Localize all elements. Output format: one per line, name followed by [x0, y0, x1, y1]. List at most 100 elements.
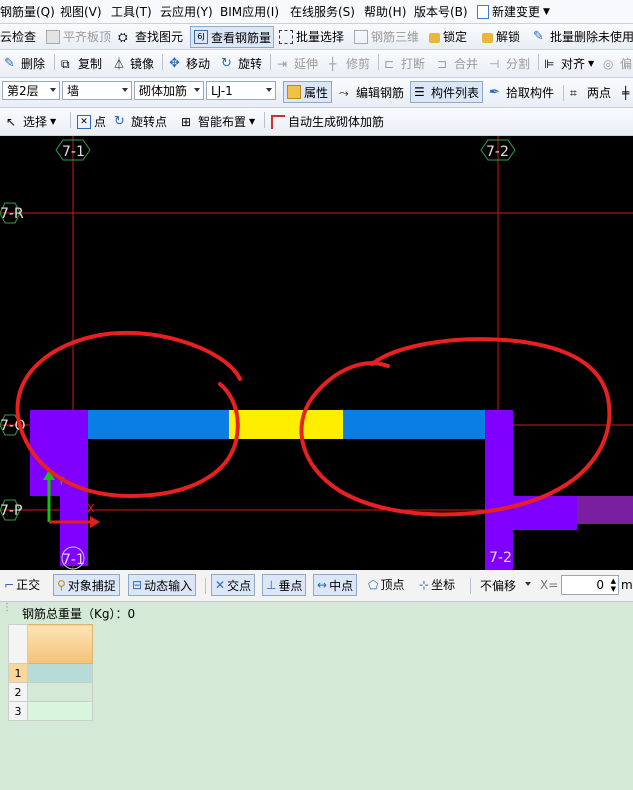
subtype-select-value: 砌体加筋	[139, 84, 188, 98]
select-button[interactable]: ↖ 选择 ▼	[6, 108, 56, 135]
menu-view[interactable]: 视图(V)	[60, 0, 102, 23]
rotate-label: 旋转	[238, 57, 263, 71]
table-row[interactable]: 3	[8, 701, 93, 721]
two-points-button[interactable]: ⌗ 两点	[570, 78, 611, 107]
cloud-check-button[interactable]: 云检查	[0, 24, 36, 49]
magnet-icon: ⚲	[57, 578, 66, 592]
auto-generate-button[interactable]: 自动生成砌体加筋	[271, 108, 384, 135]
edit-rebar-button[interactable]: ⤳ 编辑钢筋	[339, 78, 404, 107]
align-button[interactable]: ⊫ 对齐 ▼	[544, 50, 594, 77]
wall-segment-left[interactable]	[88, 410, 229, 439]
unit-label: mm	[621, 578, 633, 592]
rotate-point-button[interactable]: ↻ 旋转点	[114, 108, 167, 135]
table-cell[interactable]	[27, 701, 93, 721]
menu-help[interactable]: 帮助(H)	[364, 0, 406, 23]
lock-button[interactable]: 锁定	[429, 24, 467, 49]
column-right[interactable]	[485, 410, 513, 570]
intersection-icon: ✕	[215, 578, 226, 592]
element-select[interactable]: LJ-1	[206, 81, 276, 100]
wall-segment-right[interactable]	[343, 410, 485, 439]
view-rebar-button[interactable]: 6J 查看钢筋量	[190, 26, 274, 48]
point-icon: ✕	[77, 114, 91, 129]
midpoint-snap[interactable]: ↔ 中点	[313, 574, 358, 596]
component-list-button[interactable]: ☰ 构件列表	[410, 81, 484, 103]
two-points-icon: ⌗	[570, 85, 577, 100]
break-label: 打断	[401, 57, 426, 71]
dynamic-input-toggle[interactable]: ⊟ 动态输入	[128, 574, 197, 596]
header-cell[interactable]	[27, 624, 93, 664]
move-button[interactable]: ✥ 移动	[169, 50, 210, 77]
mirror-button[interactable]: ⏃ 镜像	[113, 50, 154, 77]
align-label: 对齐	[561, 57, 586, 71]
object-snap-label: 对象捕捉	[67, 578, 116, 593]
menu-version[interactable]: 版本号(B)	[414, 0, 468, 23]
menu-cloud[interactable]: 云应用(Y)	[160, 0, 213, 23]
perpendicular-snap[interactable]: ⊥ 垂点	[262, 574, 307, 596]
table-cell[interactable]	[27, 682, 93, 702]
coordinate-snap[interactable]: ⊹ 坐标	[419, 576, 455, 593]
drawing-canvas[interactable]: 7-1 7-2 7-R 7-Q 7-P Y X 7-1 7-2	[0, 136, 633, 570]
copy-button[interactable]: ⧉ 复制	[61, 50, 102, 77]
wall-right-stub-far[interactable]	[577, 496, 633, 524]
select-label: 选择	[23, 115, 48, 129]
table-row[interactable]: 1	[8, 663, 93, 683]
vertex-snap[interactable]: ⬠ 顶点	[368, 576, 404, 593]
auto-generate-label: 自动生成砌体加筋	[288, 115, 385, 129]
masonry-rebar-segment[interactable]	[229, 410, 343, 439]
rebar-3d-button[interactable]: 钢筋三维	[354, 24, 419, 49]
batch-delete-button[interactable]: ✎ 批量删除未使用	[533, 24, 633, 49]
unlock-button[interactable]: 解锁	[482, 24, 520, 49]
menu-new-change[interactable]: 新建变更 ▼	[477, 0, 550, 23]
element-select-value: LJ-1	[211, 83, 233, 98]
separator	[205, 578, 206, 594]
find-element-button[interactable]: ⛭ 查找图元	[118, 24, 183, 49]
split-button[interactable]: ⊣ 分割	[489, 50, 530, 77]
menu-online[interactable]: 在线服务(S)	[290, 0, 355, 23]
menu-tools[interactable]: 工具(T)	[111, 0, 152, 23]
table-row[interactable]: 2	[8, 682, 93, 702]
ortho-toggle[interactable]: ⌐ 正交	[4, 576, 40, 593]
separator	[264, 112, 265, 128]
separator	[538, 54, 539, 70]
intersection-snap[interactable]: ✕ 交点	[211, 574, 256, 596]
delete-button[interactable]: ✎ 删除	[4, 50, 45, 77]
chevron-down-icon: ▼	[50, 117, 57, 126]
pick-component-label: 拾取构件	[506, 86, 555, 100]
pick-component-button[interactable]: ✒ 拾取构件	[489, 78, 554, 107]
wall-right-stub[interactable]	[513, 496, 577, 530]
properties-button[interactable]: 属性	[283, 81, 333, 103]
extend-button[interactable]: ⇥ 延伸	[277, 50, 318, 77]
point-button[interactable]: ✕ 点	[77, 108, 106, 135]
toolbar-row-3: 第2层 墙 砌体加筋 LJ-1 属性 ⤳ 编辑钢筋 ☰ 构件列表 ✒ 拾取构件 …	[0, 78, 633, 108]
floor-select[interactable]: 第2层	[2, 81, 60, 100]
object-snap-toggle[interactable]: ⚲ 对象捕捉	[53, 574, 120, 596]
snap-toolbar: ⌐ 正交 ⚲ 对象捕捉 ⊟ 动态输入 ✕ 交点 ⊥ 垂点 ↔ 中点 ⬠ 顶点 ⊹…	[0, 570, 633, 602]
flat-top-button[interactable]: 平齐板顶	[46, 24, 111, 49]
merge-button[interactable]: ⊐ 合并	[437, 50, 478, 77]
copy-icon: ⧉	[61, 56, 70, 71]
vertex-label: 顶点	[380, 578, 405, 592]
rotate-button[interactable]: ↻ 旋转	[221, 50, 262, 77]
offset-mode-select[interactable]: 不偏移	[476, 576, 534, 595]
coordinate-label: 坐标	[431, 578, 456, 592]
menu-rebar[interactable]: 钢筋量(Q)	[0, 0, 55, 23]
more-tools-icon[interactable]: ╪	[622, 78, 633, 107]
subtype-select[interactable]: 砌体加筋	[134, 81, 204, 100]
x-coordinate-input[interactable]: 0 ▲ ▼	[561, 575, 619, 595]
trim-button[interactable]: ┼ 修剪	[329, 50, 370, 77]
dynamic-input-icon: ⊟	[132, 578, 143, 592]
break-button[interactable]: ⊏ 打断	[384, 50, 425, 77]
document-icon	[477, 4, 489, 19]
rebar-weight-table: 1 2 3	[8, 624, 93, 721]
menu-bim[interactable]: BIM应用(I)	[220, 0, 279, 23]
category-select[interactable]: 墙	[62, 81, 132, 100]
delete-label: 删除	[21, 57, 46, 71]
header-corner-cell	[8, 624, 28, 664]
table-cell[interactable]	[27, 663, 93, 683]
batch-select-button[interactable]: 批量选择	[279, 24, 344, 49]
smart-layout-button[interactable]: ⊞ 智能布置 ▼	[181, 108, 255, 135]
offset-button[interactable]: ◎ 偏	[603, 50, 632, 77]
axis-bubble-7-P: 7-P	[0, 499, 22, 521]
spinner-icon[interactable]: ▲ ▼	[611, 577, 616, 593]
list-icon: ☰	[414, 85, 425, 99]
